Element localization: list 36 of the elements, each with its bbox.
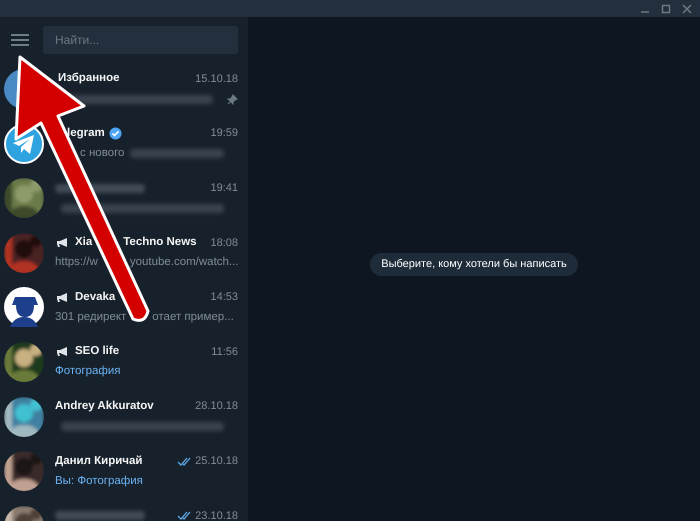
search-field[interactable]: Найти... xyxy=(43,26,238,54)
menu-icon[interactable] xyxy=(11,32,29,46)
close-icon[interactable] xyxy=(682,4,692,14)
chat-time: 19:59 xyxy=(210,126,238,142)
chat-item[interactable]: Данил Киричай 25.10.18 Вы: Фотография xyxy=(0,444,248,499)
chat-time: 23.10.18 xyxy=(195,508,238,521)
chat-time: 15.10.18 xyxy=(195,72,238,87)
maximize-icon[interactable] xyxy=(661,4,671,14)
chat-title: legram xyxy=(67,126,105,141)
message-preview: https://w xyxy=(55,255,98,270)
message-preview: 301 редирект xyxy=(55,310,126,325)
chat-item[interactable]: Andrey Akkuratov 28.10.18 xyxy=(0,390,248,444)
message-preview: youtube.com/watch... xyxy=(130,255,238,270)
chat-time: 18:08 xyxy=(210,236,238,251)
empty-chat-hint: Выберите, кому хотели бы написать xyxy=(370,253,578,276)
chat-title: Andrey Akkuratov xyxy=(55,398,154,414)
chat-title: Данил Киричай xyxy=(55,454,142,469)
chat-time: 14:53 xyxy=(210,290,238,306)
chat-title: SEO life xyxy=(75,344,120,360)
chat-title: Xia xyxy=(75,235,92,250)
chat-time: 28.10.18 xyxy=(195,399,238,414)
message-preview: отает пример... xyxy=(152,310,234,325)
chat-time: 19:41 xyxy=(210,180,238,196)
chat-time: 25.10.18 xyxy=(195,454,238,469)
chat-title: Devaka xyxy=(75,290,116,305)
chat-title: Избранное xyxy=(58,71,120,86)
avatar-icon xyxy=(4,287,44,328)
chat-item[interactable]: Xia Techno News 18:08 https://w youtube.com/watch... xyxy=(0,226,248,280)
message-preview: Вы: Фотография xyxy=(55,474,143,489)
message-preview: с нового xyxy=(80,146,124,161)
chat-item[interactable]: 23.10.18 xyxy=(0,498,248,521)
message-preview: Фотография xyxy=(55,364,121,380)
chat-item[interactable]: SEO life 11:56 Фотография xyxy=(0,334,248,390)
chat-item[interactable]: Devaka 14:53 301 редирект отает пример... xyxy=(0,280,248,335)
chat-title: Techno News xyxy=(123,235,197,250)
chat-time: 11:56 xyxy=(211,344,238,360)
